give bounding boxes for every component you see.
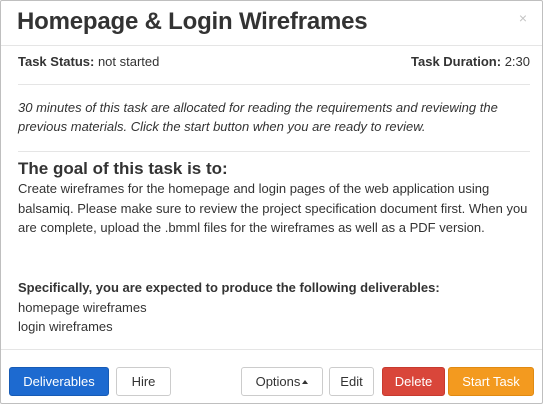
start-task-button[interactable]: Start Task (448, 367, 534, 396)
task-duration-value: 2:30 (501, 54, 530, 69)
list-item: homepage wireframes (18, 300, 147, 315)
modal-footer: Deliverables Hire Options Edit Delete St… (1, 349, 542, 403)
task-duration: Task Duration: 2:30 (411, 54, 530, 70)
goal-heading: The goal of this task is to: (18, 159, 228, 178)
modal-title: Homepage & Login Wireframes (17, 8, 368, 35)
edit-button[interactable]: Edit (329, 367, 374, 396)
hire-button[interactable]: Hire (116, 367, 171, 396)
divider (18, 84, 530, 85)
deliverables-heading: Specifically, you are expected to produc… (18, 280, 440, 295)
modal-header: Homepage & Login Wireframes × (1, 1, 542, 46)
options-label: Options (255, 374, 301, 389)
task-status: Task Status: not started (18, 54, 159, 70)
deliverables-button[interactable]: Deliverables (9, 367, 109, 396)
divider (18, 151, 530, 152)
task-duration-label: Task Duration: (411, 54, 502, 69)
close-icon[interactable]: × (519, 11, 527, 25)
task-modal: Homepage & Login Wireframes × Task Statu… (0, 0, 543, 404)
goal-description: Create wireframes for the homepage and l… (18, 181, 528, 235)
task-status-label: Task Status: (18, 54, 95, 69)
caret-up-icon (302, 380, 309, 384)
options-dropdown-button[interactable]: Options (241, 367, 323, 396)
list-item: login wireframes (18, 319, 113, 334)
allocation-note: 30 minutes of this task are allocated fo… (18, 100, 498, 134)
task-status-value: not started (94, 54, 160, 69)
delete-button[interactable]: Delete (382, 367, 445, 396)
deliverables-list: homepage wireframes login wireframes (18, 298, 147, 336)
